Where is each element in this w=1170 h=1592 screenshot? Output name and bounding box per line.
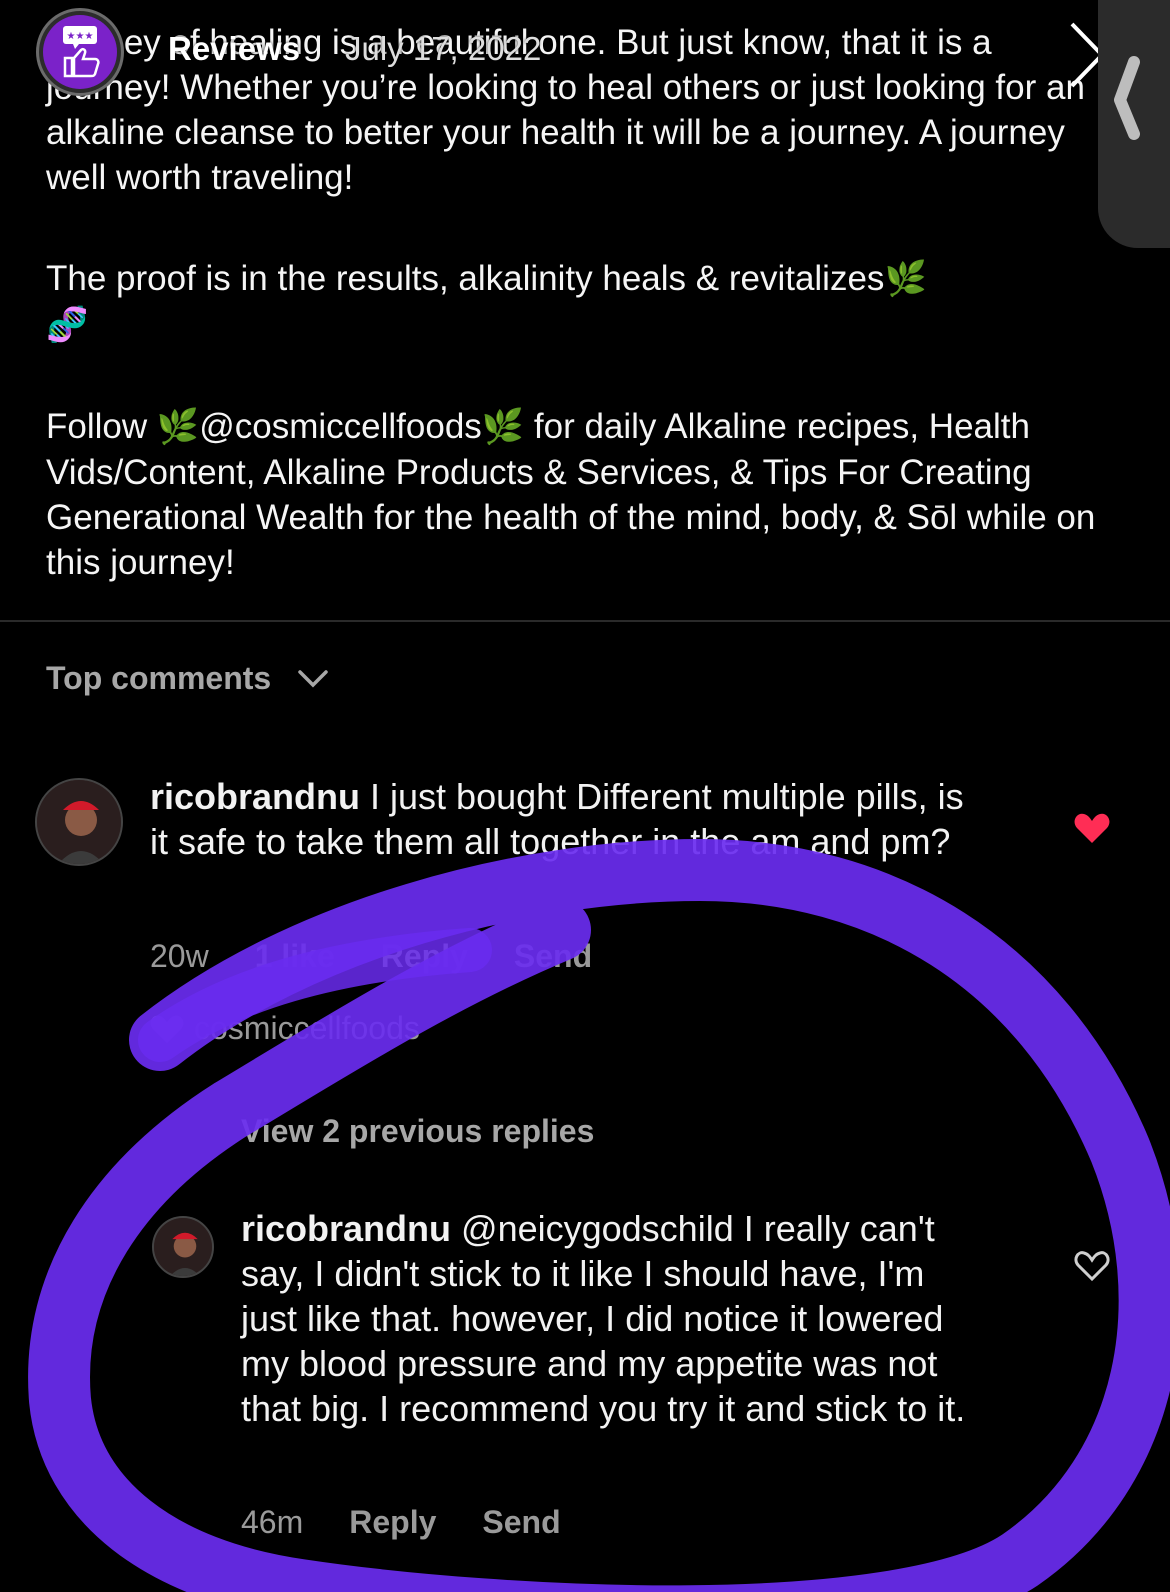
post-caption: journey of healing is a beautiful one. B…: [46, 20, 1106, 585]
avatar-image: [154, 1218, 212, 1276]
heart-filled-icon: [150, 1015, 184, 1043]
thumbs-up-review-icon: ★★★: [63, 26, 100, 78]
mention-link[interactable]: @cosmiccellfoods: [199, 407, 482, 446]
send-button[interactable]: Send: [482, 1504, 560, 1541]
story-date: July 17, 2022: [345, 30, 542, 67]
comment-time: 20w: [150, 938, 209, 974]
caption-paragraph-2: The proof is in the results, alkalinity …: [46, 259, 885, 298]
liked-by-name: cosmiccellfoods: [194, 1010, 420, 1046]
avatar[interactable]: [35, 778, 123, 866]
liked-by-creator: cosmiccellfoods: [150, 1010, 420, 1047]
avatar-image: [37, 780, 121, 864]
comment-likes[interactable]: 1 like: [255, 938, 335, 975]
top-comments-label: Top comments: [46, 660, 272, 696]
svg-text:★★★: ★★★: [67, 31, 94, 42]
comment-meta: 20w 1 like Reply Send: [150, 938, 592, 975]
chevron-left-icon: [1114, 56, 1140, 140]
caption-follow-text: Follow: [46, 407, 148, 446]
heart-filled-icon[interactable]: [1074, 812, 1110, 844]
reply-mention[interactable]: @neicygodschild: [461, 1208, 734, 1249]
reply-username[interactable]: ricobrandnu: [241, 1208, 451, 1249]
reply-time: 46m: [241, 1504, 304, 1540]
comment-username[interactable]: ricobrandnu: [150, 776, 360, 817]
send-button[interactable]: Send: [514, 938, 592, 975]
reply-button[interactable]: Reply: [349, 1504, 436, 1541]
divider: [0, 620, 1170, 622]
reply-button[interactable]: Reply: [381, 938, 468, 975]
reply-body: ricobrandnu @neicygodschild I really can…: [241, 1206, 981, 1431]
top-comments-selector[interactable]: Top comments: [46, 660, 329, 697]
leaf-emoji-icon: 🌿: [156, 408, 200, 446]
story-avatar[interactable]: ★★★: [36, 8, 124, 96]
heart-outline-icon[interactable]: [1074, 1250, 1110, 1282]
avatar[interactable]: [152, 1216, 214, 1278]
story-title: Reviews: [168, 30, 301, 67]
dna-emoji-icon: 🧬: [46, 306, 89, 344]
view-previous-replies[interactable]: View 2 previous replies: [241, 1113, 594, 1150]
reply-meta: 46m Reply Send: [241, 1504, 561, 1541]
side-panel-tab[interactable]: [1098, 0, 1170, 248]
chevron-down-icon: [298, 669, 328, 687]
leaf-emoji-icon: 🌿: [884, 260, 927, 298]
leaf-emoji-icon: 🌿: [481, 408, 525, 446]
comment-body: ricobrandnu I just bought Different mult…: [150, 774, 980, 864]
